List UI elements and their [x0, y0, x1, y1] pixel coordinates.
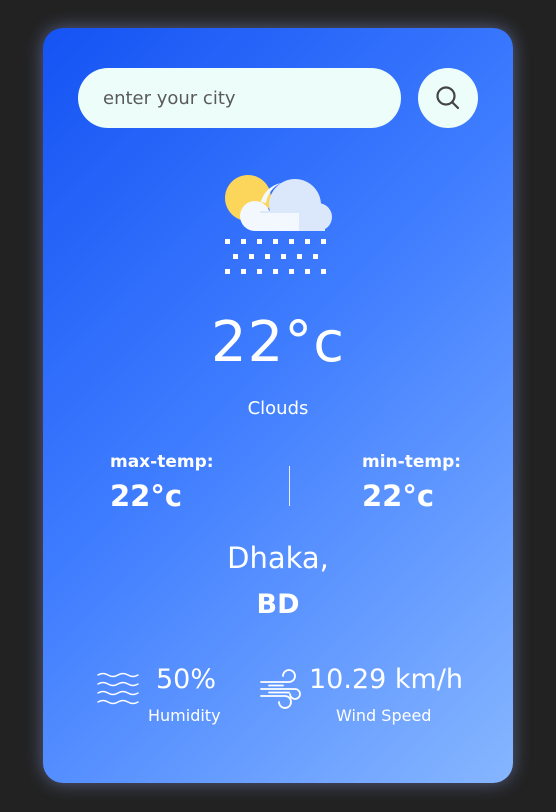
- wind-icon: [260, 669, 301, 709]
- min-temp-value: 22°c: [362, 479, 435, 513]
- divider: [289, 466, 290, 506]
- wind-speed-label: Wind Speed: [336, 706, 432, 725]
- min-temp-label: min-temp:: [362, 452, 462, 472]
- cloud-sun-snow-icon: [225, 175, 332, 274]
- max-temp-value: 22°c: [110, 479, 183, 513]
- weather-condition: Clouds: [247, 398, 309, 419]
- city-name: Dhaka,: [227, 541, 329, 575]
- search-box[interactable]: [78, 68, 401, 128]
- humidity-value: 50%: [156, 664, 217, 695]
- wind-speed-value: 10.29 km/h: [309, 664, 464, 695]
- country-code: BD: [256, 589, 300, 620]
- waves-icon: [97, 672, 139, 705]
- max-temp-label: max-temp:: [110, 452, 214, 472]
- current-temperature: 22°c: [210, 310, 346, 375]
- snow-dots: [225, 239, 326, 274]
- weather-card: 22°c Clouds max-temp: 22°c min-temp: 22°…: [43, 28, 513, 783]
- humidity-label: Humidity: [148, 706, 221, 725]
- search-button[interactable]: [418, 68, 478, 128]
- search-icon: [436, 86, 460, 110]
- search-input[interactable]: [78, 68, 401, 128]
